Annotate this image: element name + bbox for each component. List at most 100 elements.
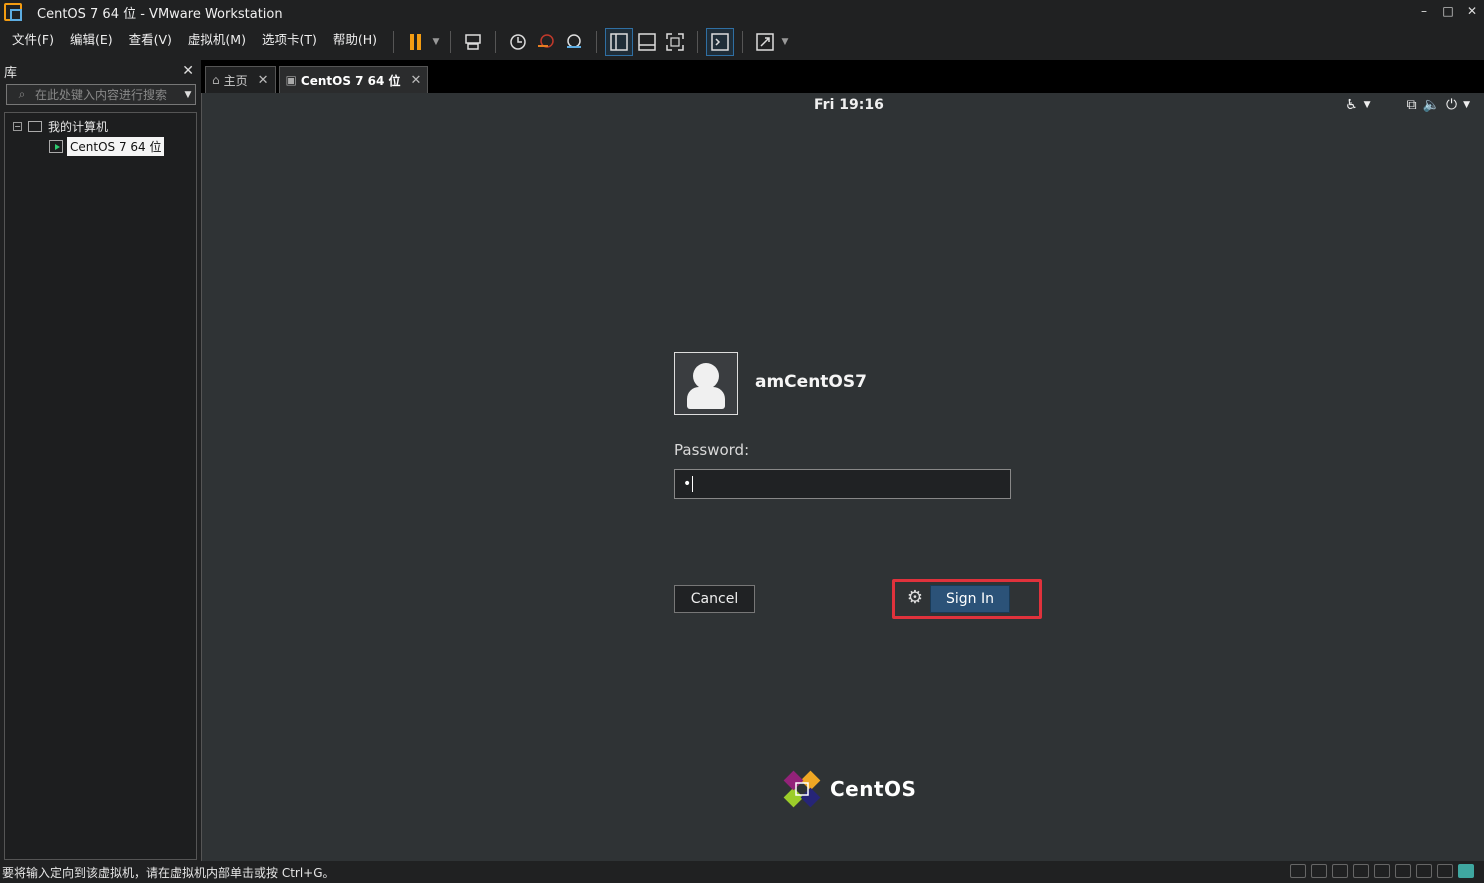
vmware-logo-icon bbox=[4, 3, 22, 21]
menu-help[interactable]: 帮助(H) bbox=[325, 24, 385, 60]
maximize-button[interactable]: □ bbox=[1436, 0, 1460, 24]
tab-label: 主页 bbox=[223, 73, 248, 88]
chevron-down-icon[interactable]: ▼ bbox=[181, 90, 195, 100]
sound-card-icon[interactable] bbox=[1395, 864, 1411, 878]
chevron-down-icon[interactable]: ▼ bbox=[1463, 100, 1470, 110]
pause-dropdown[interactable]: ▼ bbox=[430, 28, 442, 56]
tab-centos-vm[interactable]: ▣ CentOS 7 64 位 ✕ bbox=[278, 66, 429, 93]
tab-close-button[interactable]: ✕ bbox=[411, 73, 422, 88]
message-log-icon[interactable] bbox=[1458, 864, 1474, 878]
toolbar-separator bbox=[697, 31, 699, 53]
snapshot-manager-icon bbox=[567, 34, 582, 48]
collapse-icon[interactable]: − bbox=[13, 121, 22, 131]
revert-snapshot-button[interactable] bbox=[532, 28, 560, 56]
console-view-icon bbox=[711, 33, 729, 51]
menu-tabs[interactable]: 选项卡(T) bbox=[254, 24, 325, 60]
vm-running-icon bbox=[49, 139, 63, 153]
library-close-button[interactable]: ✕ bbox=[182, 63, 194, 79]
tree-item-label: CentOS 7 64 位 bbox=[67, 136, 165, 156]
text-cursor bbox=[692, 476, 694, 492]
password-value: • bbox=[683, 476, 692, 492]
stretch-dropdown[interactable]: ▼ bbox=[779, 28, 791, 56]
tab-label: CentOS 7 64 位 bbox=[300, 73, 401, 88]
toolbar-separator bbox=[596, 31, 598, 53]
system-tray: ♿ ▼ ⧉ 🔈 ⏻ ▼ bbox=[1345, 97, 1470, 113]
library-title: 库 bbox=[4, 65, 18, 81]
toolbar-separator bbox=[495, 31, 497, 53]
vm-console[interactable]: Fri 19:16 ♿ ▼ ⧉ 🔈 ⏻ ▼ amCentOS7 Password… bbox=[201, 93, 1484, 861]
status-bar: 要将输入定向到该虚拟机，请在虚拟机内部单击或按 Ctrl+G。 bbox=[0, 861, 1484, 883]
tree-item-centos-vm[interactable]: CentOS 7 64 位 bbox=[49, 136, 165, 156]
hard-disk-icon[interactable] bbox=[1290, 864, 1306, 878]
device-status-icons bbox=[1290, 864, 1474, 878]
menu-file[interactable]: 文件(F) bbox=[4, 24, 62, 60]
tab-strip: ⌂ 主页 ✕ ▣ CentOS 7 64 位 ✕ bbox=[201, 60, 1484, 93]
password-label: Password: bbox=[674, 441, 750, 459]
title-bar: CentOS 7 64 位 - VMware Workstation – □ ✕ bbox=[0, 0, 1484, 24]
snapshot-manager-button[interactable] bbox=[560, 28, 588, 56]
library-tree: − 我的计算机 CentOS 7 64 位 bbox=[4, 112, 197, 860]
library-header: 库 ✕ bbox=[0, 60, 200, 82]
tab-close-button[interactable]: ✕ bbox=[258, 73, 269, 88]
search-icon: ⌕ bbox=[18, 87, 26, 101]
cancel-button[interactable]: Cancel bbox=[674, 585, 755, 613]
menu-edit[interactable]: 编辑(E) bbox=[62, 24, 121, 60]
home-icon: ⌂ bbox=[212, 73, 220, 87]
accessibility-icon[interactable]: ♿ bbox=[1345, 97, 1358, 113]
user-avatar bbox=[674, 352, 738, 415]
printer-icon[interactable] bbox=[1416, 864, 1432, 878]
toolbar-separator bbox=[393, 31, 395, 53]
menu-view[interactable]: 查看(V) bbox=[121, 24, 180, 60]
window-controls: – □ ✕ bbox=[1412, 0, 1484, 24]
library-panel: 库 ✕ ⌕ ▼ − 我的计算机 CentOS 7 64 位 bbox=[0, 60, 200, 861]
menu-bar: 文件(F) 编辑(E) 查看(V) 虚拟机(M) 选项卡(T) 帮助(H) ▼ … bbox=[0, 24, 1484, 60]
status-message: 要将输入定向到该虚拟机，请在虚拟机内部单击或按 Ctrl+G。 bbox=[2, 865, 335, 880]
toolbar-separator bbox=[742, 31, 744, 53]
window-title: CentOS 7 64 位 - VMware Workstation bbox=[37, 6, 283, 22]
display-icon[interactable] bbox=[1437, 864, 1453, 878]
network-adapter-icon[interactable] bbox=[1353, 864, 1369, 878]
library-search[interactable]: ⌕ ▼ bbox=[6, 84, 196, 105]
network-icon[interactable]: ⧉ bbox=[1407, 97, 1417, 113]
usb-icon[interactable] bbox=[1374, 864, 1390, 878]
full-screen-button[interactable] bbox=[661, 28, 689, 56]
vm-running-icon: ▣ bbox=[285, 73, 297, 87]
clock[interactable]: Fri 19:16 bbox=[814, 97, 884, 113]
pause-icon bbox=[410, 34, 422, 50]
chevron-down-icon[interactable]: ▼ bbox=[1364, 100, 1371, 110]
tree-item-my-computer[interactable]: − 我的计算机 bbox=[13, 117, 108, 135]
snapshot-icon bbox=[510, 34, 526, 50]
show-thumbnail-button[interactable] bbox=[633, 28, 661, 56]
menu-vm[interactable]: 虚拟机(M) bbox=[180, 24, 254, 60]
centos-logo-icon bbox=[783, 770, 821, 808]
password-field[interactable]: • bbox=[674, 469, 1011, 499]
show-library-icon bbox=[610, 33, 628, 51]
send-ctrl-alt-del-icon bbox=[465, 34, 481, 50]
full-screen-icon bbox=[666, 33, 684, 51]
floppy-icon[interactable] bbox=[1332, 864, 1348, 878]
sign-in-button[interactable]: Sign In bbox=[930, 585, 1010, 613]
computer-icon bbox=[28, 120, 42, 132]
stretch-button[interactable] bbox=[751, 28, 779, 56]
tree-item-label: 我的计算机 bbox=[48, 119, 109, 134]
stretch-icon bbox=[756, 33, 774, 51]
minimize-button[interactable]: – bbox=[1412, 0, 1436, 24]
username: amCentOS7 bbox=[755, 372, 867, 392]
revert-snapshot-icon bbox=[538, 34, 554, 48]
cd-dvd-icon[interactable] bbox=[1311, 864, 1327, 878]
send-ctrl-alt-del-button[interactable] bbox=[459, 28, 487, 56]
power-icon[interactable]: ⏻ bbox=[1446, 97, 1457, 113]
pause-button[interactable] bbox=[402, 28, 430, 56]
show-thumbnail-icon bbox=[638, 33, 656, 51]
centos-brand: CentOS bbox=[830, 777, 917, 801]
console-view-button[interactable] bbox=[706, 28, 735, 56]
snapshot-button[interactable] bbox=[504, 28, 532, 56]
close-button[interactable]: ✕ bbox=[1460, 0, 1484, 24]
user-icon bbox=[693, 363, 719, 389]
show-library-button[interactable] bbox=[605, 28, 634, 56]
tab-home[interactable]: ⌂ 主页 ✕ bbox=[205, 66, 276, 93]
library-search-input[interactable] bbox=[31, 87, 181, 102]
volume-icon[interactable]: 🔈 bbox=[1423, 97, 1440, 113]
toolbar-separator bbox=[450, 31, 452, 53]
session-options-gear-icon[interactable]: ⚙ bbox=[905, 588, 925, 608]
